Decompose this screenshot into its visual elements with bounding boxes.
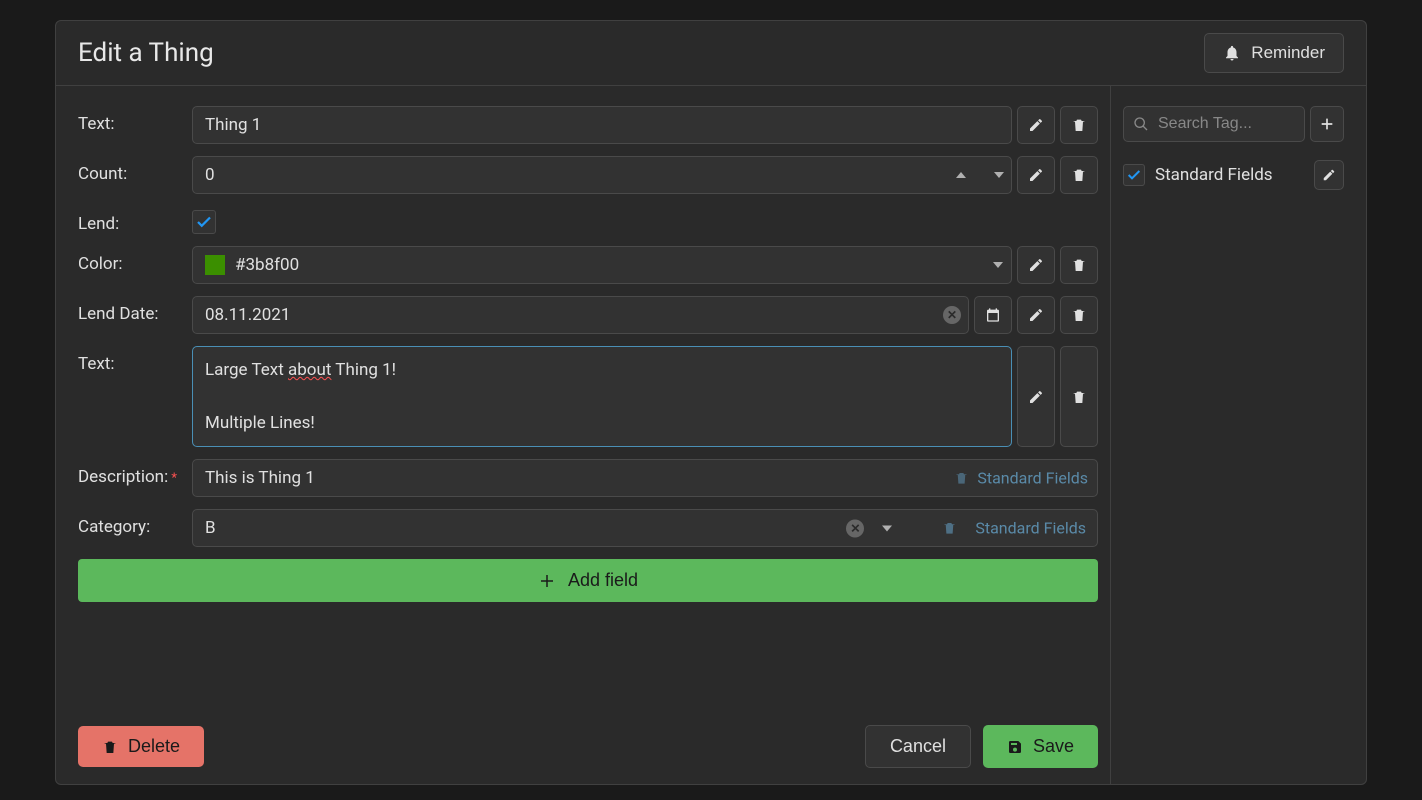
field-lenddate-calendar-button[interactable]: [974, 296, 1012, 334]
tag-standard-checkbox[interactable]: [1123, 164, 1145, 186]
delete-button[interactable]: Delete: [78, 726, 204, 767]
color-hex-text: #3b8f00: [235, 255, 299, 275]
modal-footer: Delete Cancel Save: [78, 711, 1098, 774]
field-category-row: Category: ✕ Standard Fields: [78, 509, 1098, 547]
field-color-label: Color:: [78, 246, 188, 274]
field-text1-edit-button[interactable]: [1017, 106, 1055, 144]
check-icon: [1126, 167, 1142, 183]
trash-icon: [1071, 167, 1087, 183]
modal-title: Edit a Thing: [78, 38, 214, 68]
color-swatch-icon: [205, 255, 225, 275]
description-standard-tag: Standard Fields: [954, 469, 1088, 488]
field-lend-checkbox[interactable]: [192, 210, 216, 234]
category-standard-tag: Standard Fields: [975, 519, 1086, 538]
search-icon: [1133, 116, 1149, 132]
calendar-icon: [985, 307, 1001, 323]
add-field-button[interactable]: Add field: [78, 559, 1098, 602]
clear-icon[interactable]: ✕: [846, 519, 864, 537]
field-color-delete-button[interactable]: [1060, 246, 1098, 284]
caret-down-icon[interactable]: [993, 260, 1003, 270]
trash-icon: [102, 739, 118, 755]
field-category-label: Category:: [78, 509, 188, 537]
field-color-edit-button[interactable]: [1017, 246, 1055, 284]
check-icon: [195, 213, 213, 231]
field-count-edit-button[interactable]: [1017, 156, 1055, 194]
main-column: Text: Count:: [56, 86, 1111, 784]
plus-icon: [1319, 116, 1335, 132]
reminder-button[interactable]: Reminder: [1204, 33, 1344, 73]
tag-standard-label: Standard Fields: [1155, 165, 1304, 185]
field-text1-delete-button[interactable]: [1060, 106, 1098, 144]
field-lenddate-delete-button[interactable]: [1060, 296, 1098, 334]
field-count-row: Count:: [78, 156, 1098, 194]
field-count-input[interactable]: [192, 156, 1012, 194]
edit-thing-modal: Edit a Thing Reminder Text:: [55, 20, 1367, 785]
save-button[interactable]: Save: [983, 725, 1098, 768]
field-text1-input[interactable]: [192, 106, 1012, 144]
field-text1-row: Text:: [78, 106, 1098, 144]
save-icon: [1007, 739, 1023, 755]
clear-icon[interactable]: ✕: [943, 306, 961, 324]
modal-header: Edit a Thing Reminder: [56, 21, 1366, 86]
cancel-label: Cancel: [890, 736, 946, 757]
bell-icon: [1223, 44, 1241, 62]
trash-icon: [1071, 389, 1087, 405]
reminder-label: Reminder: [1251, 43, 1325, 63]
delete-label: Delete: [128, 736, 180, 757]
field-text2-row: Text: Large Text about Thing 1!Multiple …: [78, 346, 1098, 447]
field-count-delete-button[interactable]: [1060, 156, 1098, 194]
field-description-label: Description:: [78, 459, 188, 487]
field-color-row: Color: #3b8f00: [78, 246, 1098, 284]
search-tag-input[interactable]: [1123, 106, 1305, 142]
pencil-icon: [1028, 389, 1044, 405]
tag-standard-edit-button[interactable]: [1314, 160, 1344, 190]
caret-down-icon[interactable]: [882, 523, 892, 533]
trash-icon: [942, 521, 957, 536]
field-lenddate-edit-button[interactable]: [1017, 296, 1055, 334]
trash-icon: [1071, 257, 1087, 273]
field-lenddate-row: Lend Date: ✕: [78, 296, 1098, 334]
field-lend-row: Lend:: [78, 206, 1098, 234]
field-description-row: Description: Standard Fields: [78, 459, 1098, 497]
cancel-button[interactable]: Cancel: [865, 725, 971, 768]
field-text2-textarea[interactable]: Large Text about Thing 1!Multiple Lines!: [192, 346, 1012, 447]
add-field-label: Add field: [568, 570, 638, 591]
field-text2-delete-button[interactable]: [1060, 346, 1098, 447]
add-tag-button[interactable]: [1310, 106, 1344, 142]
sidebar: Standard Fields: [1111, 86, 1366, 784]
trash-icon: [954, 471, 969, 486]
trash-icon: [1071, 117, 1087, 133]
save-label: Save: [1033, 736, 1074, 757]
pencil-icon: [1028, 117, 1044, 133]
caret-down-icon[interactable]: [994, 170, 1004, 180]
field-text2-edit-button[interactable]: [1017, 346, 1055, 447]
field-lenddate-input[interactable]: [192, 296, 969, 334]
field-lenddate-label: Lend Date:: [78, 296, 188, 324]
caret-up-icon[interactable]: [956, 170, 966, 180]
pencil-icon: [1028, 167, 1044, 183]
field-color-picker[interactable]: #3b8f00: [192, 246, 1012, 284]
modal-body: Text: Count:: [56, 86, 1366, 784]
pencil-icon: [1028, 257, 1044, 273]
pencil-icon: [1322, 168, 1336, 182]
plus-icon: [538, 572, 556, 590]
trash-icon: [1071, 307, 1087, 323]
field-text2-label: Text:: [78, 346, 188, 374]
tag-item-standard[interactable]: Standard Fields: [1123, 156, 1344, 194]
field-lend-label: Lend:: [78, 206, 188, 234]
pencil-icon: [1028, 307, 1044, 323]
field-text1-label: Text:: [78, 106, 188, 134]
field-count-label: Count:: [78, 156, 188, 184]
